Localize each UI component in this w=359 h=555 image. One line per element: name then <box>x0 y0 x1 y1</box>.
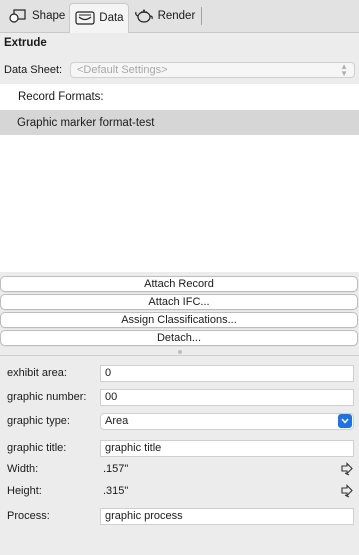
graphic-type-select[interactable]: Area <box>100 412 354 430</box>
process-field[interactable]: graphic process <box>100 507 354 525</box>
graphic-type-value: Area <box>105 415 129 427</box>
data-sheet-label: Data Sheet: <box>4 64 63 76</box>
graphic-title-label: graphic title: <box>7 442 67 454</box>
detach-button[interactable]: Detach... <box>0 330 358 346</box>
width-value-container: .157" <box>100 462 354 476</box>
tab-label: Render <box>157 10 196 22</box>
chevron-down-icon <box>338 414 352 428</box>
process-row: Process: graphic process <box>7 507 354 525</box>
section-title: Extrude <box>4 37 47 49</box>
tab-render[interactable]: Render <box>129 3 200 29</box>
tab-label: Shape <box>32 10 66 22</box>
exhibit-area-field[interactable]: 0 <box>100 364 354 382</box>
shape-icon <box>7 7 29 25</box>
data-sheet-row: Data Sheet: <Default Settings> ▲ ▼ <box>4 62 355 78</box>
tab-data[interactable]: Data <box>69 2 129 33</box>
edit-value-icon[interactable] <box>340 462 354 476</box>
attach-record-button[interactable]: Attach Record <box>0 276 358 292</box>
edit-value-icon[interactable] <box>340 484 354 498</box>
tab-bar: Shape Data Render <box>0 0 359 33</box>
data-icon <box>74 9 96 27</box>
data-sheet-select[interactable]: <Default Settings> ▲ ▼ <box>70 62 355 78</box>
height-label: Height: <box>7 485 42 497</box>
graphic-type-row: graphic type: Area <box>7 412 354 430</box>
button-stack: Attach Record Attach IFC... Assign Class… <box>0 276 359 348</box>
exhibit-area-row: exhibit area: 0 <box>7 364 354 382</box>
divider <box>0 355 359 356</box>
exhibit-area-label: exhibit area: <box>7 367 67 379</box>
record-formats-header: Record Formats: <box>18 91 104 103</box>
width-row: Width: .157" <box>7 460 354 478</box>
graphic-number-field[interactable]: 00 <box>100 388 354 406</box>
updown-arrows-icon: ▲ ▼ <box>340 62 348 78</box>
graphic-type-label: graphic type: <box>7 415 70 427</box>
data-sheet-value: <Default Settings> <box>77 64 168 76</box>
attach-ifc-button[interactable]: Attach IFC... <box>0 294 358 310</box>
graphic-title-field[interactable]: graphic title <box>100 439 354 457</box>
tab-divider <box>201 7 203 25</box>
grip-dot-icon <box>177 350 182 354</box>
process-label: Process: <box>7 510 50 522</box>
width-label: Width: <box>7 463 39 475</box>
assign-classifications-button[interactable]: Assign Classifications... <box>0 312 358 328</box>
width-value: .157" <box>103 463 129 475</box>
height-value-container: .315" <box>100 484 354 498</box>
graphic-title-row: graphic title: graphic title <box>7 439 354 457</box>
record-formats-list: Record Formats: Graphic marker format-te… <box>0 84 359 272</box>
graphic-number-label: graphic number: <box>7 391 87 403</box>
graphic-number-row: graphic number: 00 <box>7 388 354 406</box>
teapot-icon <box>133 7 155 25</box>
height-value: .315" <box>103 485 129 497</box>
list-item[interactable]: Graphic marker format-test <box>0 110 359 135</box>
height-row: Height: .315" <box>7 482 354 500</box>
tab-shape[interactable]: Shape <box>3 3 69 29</box>
tab-label: Data <box>99 12 124 24</box>
